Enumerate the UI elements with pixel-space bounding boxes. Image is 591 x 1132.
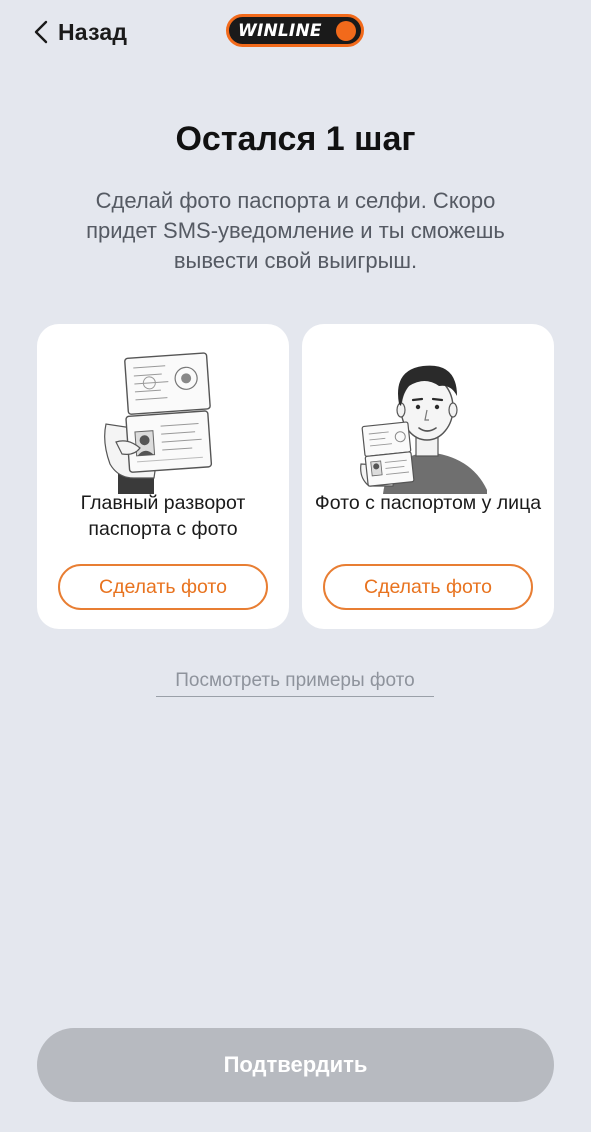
confirm-button[interactable]: Подтвердить xyxy=(37,1028,554,1102)
selfie-with-passport-illustration xyxy=(360,365,487,494)
page-title: Остался 1 шаг xyxy=(175,120,416,158)
passport-spread-card: Главный разворот паспорта с фото Сделать… xyxy=(37,324,289,629)
back-label: Назад xyxy=(58,18,128,45)
passport-in-hand-illustration xyxy=(104,352,213,494)
winline-logo: WINLINE xyxy=(226,14,364,47)
logo-dot xyxy=(336,21,356,41)
logo-text: WINLINE xyxy=(238,20,322,41)
view-photo-examples-link[interactable]: Посмотреть примеры фото xyxy=(156,670,434,697)
take-selfie-photo-button[interactable]: Сделать фото xyxy=(323,564,533,610)
page-subtitle: Сделай фото паспорта и селфи. Скоро прид… xyxy=(86,188,505,273)
passport-spread-label: Главный разворот паспорта с фото xyxy=(80,492,246,540)
selfie-label: Фото с паспортом у лица xyxy=(314,492,542,514)
take-passport-photo-button[interactable]: Сделать фото xyxy=(58,564,268,610)
chevron-left-icon xyxy=(34,20,48,44)
selfie-card: Фото с паспортом у лица Сделать фото xyxy=(302,324,554,629)
back-button[interactable]: Назад xyxy=(34,16,127,48)
header: Назад WINLINE xyxy=(0,0,591,64)
